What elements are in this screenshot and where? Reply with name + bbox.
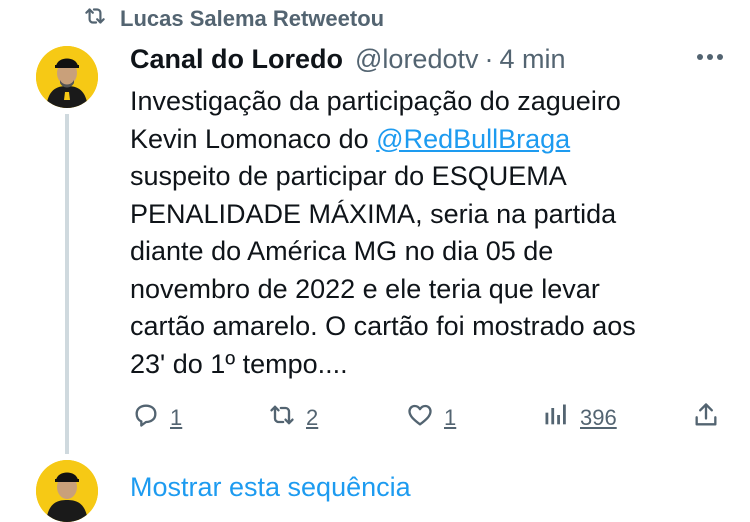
retweet-banner[interactable]: Lucas Salema Retweetou (82, 4, 384, 34)
more-icon (695, 49, 725, 67)
views-button[interactable]: 396 (542, 398, 617, 438)
reply-icon (132, 401, 160, 435)
retweet-icon (82, 3, 108, 35)
retweet-button[interactable]: 2 (268, 398, 318, 438)
author-handle[interactable]: @loredotv (355, 44, 478, 75)
author-avatar[interactable] (36, 46, 98, 108)
like-button[interactable]: 1 (406, 398, 456, 438)
tweet-text-line: cartão amarelo. O cartão foi mostrado ao… (130, 311, 636, 341)
tweet-actions: 1 2 1 396 (130, 398, 730, 438)
tweet-text-line: suspeito de participar do ESQUEMA (130, 161, 567, 191)
retweet-banner-text: Lucas Salema Retweetou (120, 6, 385, 31)
share-button[interactable] (692, 398, 720, 438)
retweet-count: 2 (306, 405, 319, 430)
show-thread-link[interactable]: Mostrar esta sequência (130, 472, 411, 503)
tweet-text-line: diante do América MG no dia 05 de (130, 236, 554, 266)
more-button[interactable] (690, 44, 730, 72)
share-icon (692, 401, 720, 435)
mention-link[interactable]: @RedBullBraga (376, 124, 570, 154)
thread-line (65, 114, 69, 454)
tweet-header: Canal do Loredo @loredotv · 4 min (130, 42, 566, 76)
views-icon (542, 401, 570, 435)
views-count: 396 (580, 405, 617, 430)
heart-icon (406, 401, 434, 435)
tweet-text: Investigação da participação do zagueiro… (130, 83, 730, 383)
tweet-text-line: PENALIDADE MÁXIMA, seria na partida (130, 198, 617, 229)
reply-button[interactable]: 1 (132, 398, 182, 438)
author-display-name[interactable]: Canal do Loredo (130, 44, 343, 75)
tweet-text-line: 23' do 1º tempo.... (130, 348, 348, 379)
reply-count: 1 (170, 405, 183, 430)
like-count: 1 (444, 405, 457, 430)
tweet-text-line: Investigação da participação do zagueiro (130, 86, 621, 116)
retweet-icon (268, 401, 296, 435)
header-separator: · (484, 43, 494, 74)
tweet-text-line: novembro de 2022 e ele teria que levar (130, 273, 600, 304)
tweet-text-line: Kevin Lomonaco do @RedBullBraga (130, 123, 571, 154)
tweet-timestamp[interactable]: 4 min (499, 44, 565, 75)
thread-avatar[interactable] (36, 460, 98, 522)
